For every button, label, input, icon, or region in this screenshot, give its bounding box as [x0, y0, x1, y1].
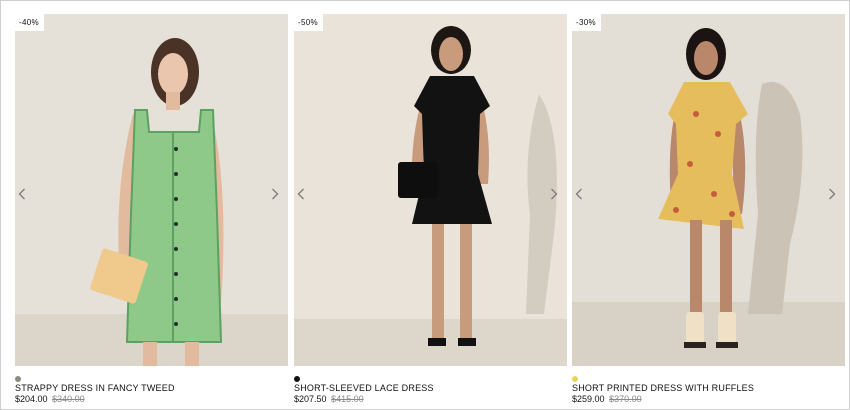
product-image[interactable]: -40%	[15, 14, 288, 366]
carousel-next-button[interactable]	[828, 188, 842, 204]
product-photo-printed-dress	[572, 14, 845, 366]
carousel-next-button[interactable]	[271, 188, 285, 204]
carousel-prev-button[interactable]	[575, 188, 589, 204]
product-price-row: $259.00 $370.00	[572, 394, 642, 404]
chevron-right-icon	[829, 188, 836, 200]
chevron-left-icon	[575, 188, 582, 200]
product-name[interactable]: STRAPPY DRESS IN FANCY TWEED	[15, 383, 175, 393]
discount-badge: -30%	[572, 14, 601, 31]
product-card[interactable]: -50% SHORT-SLEEVED LACE DRESS $207.50 $4…	[294, 14, 567, 406]
original-price: $415.00	[331, 394, 364, 404]
product-card[interactable]: -30% SHORT PRINTED DRESS WITH RUFFLES $2…	[572, 14, 845, 406]
product-card[interactable]: -40% STRAPPY DRESS IN FANCY TWEED $204.0…	[15, 14, 288, 406]
sale-price: $207.50	[294, 394, 327, 404]
original-price: $340.00	[52, 394, 85, 404]
chevron-left-icon	[18, 188, 25, 200]
product-price-row: $204.00 $340.00	[15, 394, 85, 404]
product-image[interactable]: -30%	[572, 14, 845, 366]
chevron-left-icon	[297, 188, 304, 200]
product-price-row: $207.50 $415.00	[294, 394, 364, 404]
chevron-right-icon	[551, 188, 558, 200]
color-swatch[interactable]	[15, 376, 21, 382]
chevron-right-icon	[272, 188, 279, 200]
carousel-prev-button[interactable]	[297, 188, 311, 204]
carousel-prev-button[interactable]	[18, 188, 32, 204]
product-name[interactable]: SHORT PRINTED DRESS WITH RUFFLES	[572, 383, 754, 393]
product-photo-tweed-dress	[15, 14, 288, 366]
carousel-next-button[interactable]	[550, 188, 564, 204]
product-image[interactable]: -50%	[294, 14, 567, 366]
color-swatch[interactable]	[294, 376, 300, 382]
color-swatch[interactable]	[572, 376, 578, 382]
product-grid: -40% STRAPPY DRESS IN FANCY TWEED $204.0…	[15, 14, 846, 406]
original-price: $370.00	[609, 394, 642, 404]
sale-price: $204.00	[15, 394, 48, 404]
discount-badge: -50%	[294, 14, 323, 31]
discount-badge: -40%	[15, 14, 44, 31]
product-name[interactable]: SHORT-SLEEVED LACE DRESS	[294, 383, 434, 393]
product-photo-lace-dress	[294, 14, 567, 366]
sale-price: $259.00	[572, 394, 605, 404]
